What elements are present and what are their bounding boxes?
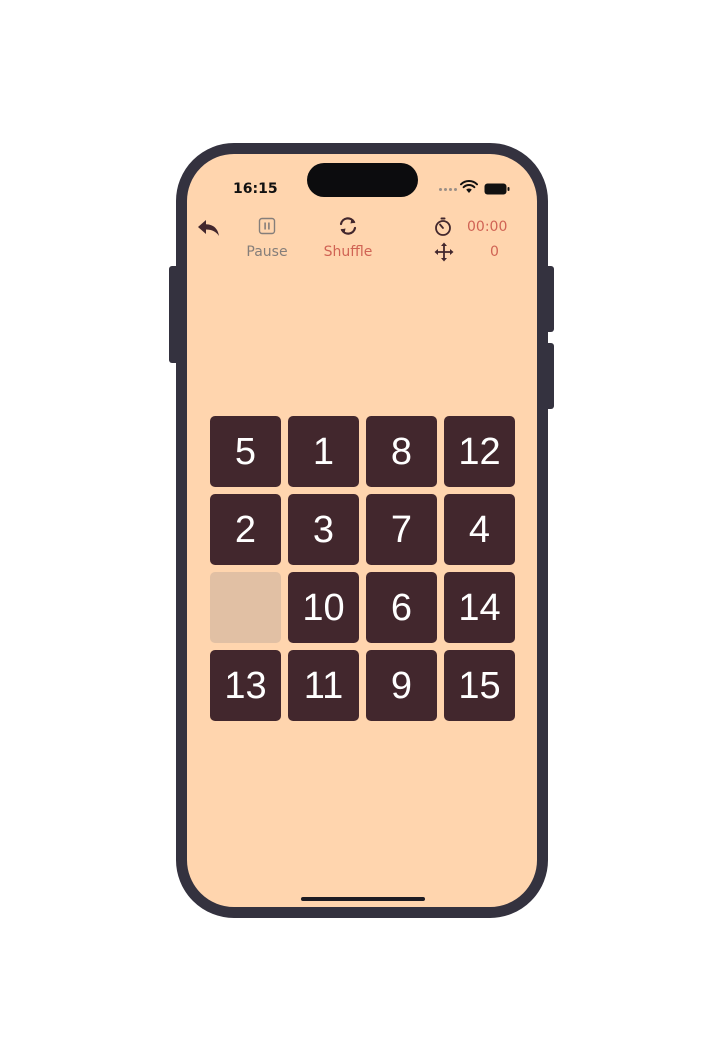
refresh-icon — [339, 217, 357, 235]
stopwatch-icon — [435, 217, 451, 236]
puzzle-tile[interactable]: 13 — [210, 650, 281, 721]
puzzle-tile[interactable]: 10 — [288, 572, 359, 643]
puzzle-tile[interactable]: 9 — [366, 650, 437, 721]
dynamic-island — [307, 163, 418, 197]
puzzle-tile[interactable]: 15 — [444, 650, 515, 721]
phone-screen: 16:15 Pause Shuffle 00:00 0 5 1 8 12 2 3… — [176, 143, 548, 918]
puzzle-tile[interactable]: 5 — [210, 416, 281, 487]
puzzle-tile[interactable]: 3 — [288, 494, 359, 565]
puzzle-tile[interactable]: 7 — [366, 494, 437, 565]
puzzle-tile[interactable]: 2 — [210, 494, 281, 565]
moves-count: 0 — [490, 244, 499, 260]
timer-value: 00:00 — [467, 219, 508, 235]
shuffle-label: Shuffle — [323, 244, 373, 260]
puzzle-tile[interactable]: 6 — [366, 572, 437, 643]
puzzle-tile[interactable]: 4 — [444, 494, 515, 565]
puzzle-tile[interactable]: 11 — [288, 650, 359, 721]
puzzle-tile[interactable]: 12 — [444, 416, 515, 487]
wifi-icon — [460, 180, 478, 193]
pause-icon — [258, 217, 276, 235]
empty-slot[interactable] — [210, 572, 281, 643]
puzzle-tile[interactable]: 8 — [366, 416, 437, 487]
home-indicator[interactable] — [301, 897, 425, 901]
move-arrows-icon — [434, 242, 454, 262]
puzzle-tile[interactable]: 1 — [288, 416, 359, 487]
back-button[interactable] — [197, 218, 221, 242]
status-time: 16:15 — [233, 181, 278, 197]
status-icons — [439, 180, 519, 197]
battery-icon — [484, 183, 510, 195]
page: 16:15 Pause Shuffle 00:00 0 5 1 8 12 2 3… — [0, 0, 712, 1055]
back-arrow-icon — [198, 220, 219, 236]
pause-label: Pause — [246, 244, 288, 260]
puzzle-tile[interactable]: 14 — [444, 572, 515, 643]
puzzle-board: 5 1 8 12 2 3 7 4 10 6 14 13 11 9 15 — [210, 416, 516, 722]
signal-dots-icon — [439, 188, 457, 191]
